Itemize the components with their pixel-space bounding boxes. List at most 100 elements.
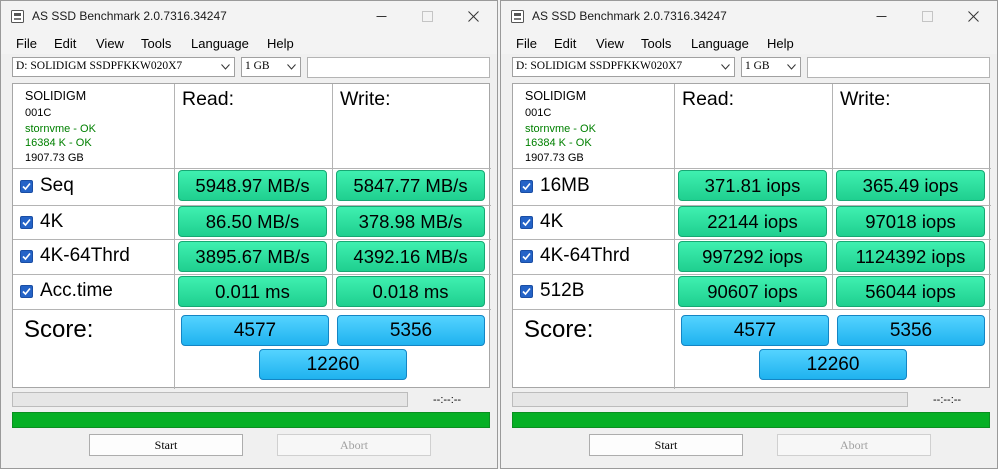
chevron-down-icon: [721, 64, 730, 70]
checkbox-acc-time[interactable]: [20, 285, 33, 298]
row-label-16mb: 16MB: [540, 175, 590, 196]
score-total: 12260: [759, 349, 907, 380]
4k-write-result: 97018 iops: [836, 206, 985, 237]
menu-bar: File Edit View Tools Language Help: [501, 32, 997, 54]
acc-time-write-result: 0.018 ms: [336, 276, 485, 307]
menu-edit[interactable]: Edit: [554, 36, 576, 51]
as-ssd-app-icon: [11, 10, 24, 23]
checkbox-4k[interactable]: [520, 216, 533, 229]
title-bar[interactable]: AS SSD Benchmark 2.0.7316.34247: [501, 1, 997, 32]
row-label-4k-64thrd: 4K-64Thrd: [40, 245, 130, 266]
menu-tools[interactable]: Tools: [141, 36, 171, 51]
checkbox-4k-64thrd[interactable]: [20, 250, 33, 263]
test-size-value: 1 GB: [245, 60, 270, 72]
alignment-status: 16384 K - OK: [25, 137, 92, 149]
score-write: 5356: [837, 315, 985, 346]
menu-tools[interactable]: Tools: [641, 36, 671, 51]
chevron-down-icon: [221, 64, 230, 70]
checkmark-icon: [522, 252, 531, 261]
checkbox-16mb[interactable]: [520, 180, 533, 193]
checkmark-icon: [522, 182, 531, 191]
4k-64thrd-write-result: 1124392 iops: [836, 241, 985, 272]
abort-button[interactable]: Abort: [277, 434, 431, 456]
close-button[interactable]: [451, 1, 497, 32]
progress-track: [512, 392, 908, 407]
abort-button[interactable]: Abort: [777, 434, 931, 456]
checkmark-icon: [22, 182, 31, 191]
test-size-select[interactable]: 1 GB: [741, 57, 801, 77]
close-icon: [468, 11, 479, 22]
row-label-512b: 512B: [540, 280, 585, 301]
row-label-4k: 4K: [40, 211, 64, 232]
checkmark-icon: [22, 218, 31, 227]
row-divider: [513, 274, 991, 275]
text-field[interactable]: [307, 57, 490, 78]
benchmark-window-iops: AS SSD Benchmark 2.0.7316.34247 File Edi…: [500, 0, 998, 469]
drive-firmware: 001C: [525, 107, 552, 119]
menu-language[interactable]: Language: [191, 36, 249, 51]
menu-view[interactable]: View: [596, 36, 624, 51]
drive-select[interactable]: D: SOLIDIGM SSDPFKKW020X7: [12, 57, 235, 77]
column-divider: [832, 84, 833, 309]
text-field[interactable]: [807, 57, 990, 78]
alignment-status: 16384 K - OK: [525, 137, 592, 149]
maximize-icon: [922, 11, 933, 22]
seq-write-result: 5847.77 MB/s: [336, 170, 485, 201]
4k-64thrd-read-result: 3895.67 MB/s: [178, 241, 327, 272]
minimize-button[interactable]: [359, 1, 405, 32]
close-button[interactable]: [951, 1, 997, 32]
maximize-button[interactable]: [905, 1, 951, 32]
minimize-button[interactable]: [859, 1, 905, 32]
checkbox-4k[interactable]: [20, 216, 33, 229]
512b-write-result: 56044 iops: [836, 276, 985, 307]
score-label: Score:: [24, 316, 94, 343]
checkmark-icon: [522, 218, 531, 227]
menu-language[interactable]: Language: [691, 36, 749, 51]
maximize-button[interactable]: [405, 1, 451, 32]
4k-write-result: 378.98 MB/s: [336, 206, 485, 237]
checkmark-icon: [522, 287, 531, 296]
column-divider: [174, 84, 175, 389]
score-label: Score:: [524, 316, 594, 343]
start-button[interactable]: Start: [589, 434, 743, 456]
score-read: 4577: [681, 315, 829, 346]
row-label-4k-64thrd: 4K-64Thrd: [540, 245, 630, 266]
row-divider: [513, 168, 991, 169]
seq-read-result: 5948.97 MB/s: [178, 170, 327, 201]
column-divider: [332, 84, 333, 309]
checkbox-4k-64thrd[interactable]: [520, 250, 533, 263]
read-header: Read:: [682, 88, 735, 110]
driver-status: stornvme - OK: [25, 123, 96, 135]
menu-help[interactable]: Help: [267, 36, 294, 51]
4k-read-result: 22144 iops: [678, 206, 827, 237]
menu-edit[interactable]: Edit: [54, 36, 76, 51]
16mb-read-result: 371.81 iops: [678, 170, 827, 201]
title-bar[interactable]: AS SSD Benchmark 2.0.7316.34247: [1, 1, 497, 32]
progress-track: [12, 392, 408, 407]
drive-select[interactable]: D: SOLIDIGM SSDPFKKW020X7: [512, 57, 735, 77]
test-size-select[interactable]: 1 GB: [241, 57, 301, 77]
start-button[interactable]: Start: [89, 434, 243, 456]
row-divider: [513, 239, 991, 240]
menu-view[interactable]: View: [96, 36, 124, 51]
drive-capacity: 1907.73 GB: [25, 152, 84, 164]
progress-bar: [12, 412, 490, 428]
row-divider: [13, 309, 491, 310]
menu-file[interactable]: File: [516, 36, 537, 51]
test-size-value: 1 GB: [745, 60, 770, 72]
row-label-4k: 4K: [540, 211, 564, 232]
score-write: 5356: [337, 315, 485, 346]
menu-help[interactable]: Help: [767, 36, 794, 51]
checkbox-seq[interactable]: [20, 180, 33, 193]
row-divider: [13, 274, 491, 275]
checkbox-512b[interactable]: [520, 285, 533, 298]
elapsed-time: --:--:--: [933, 394, 962, 406]
drive-capacity: 1907.73 GB: [525, 152, 584, 164]
close-icon: [968, 11, 979, 22]
menu-file[interactable]: File: [16, 36, 37, 51]
read-header: Read:: [182, 88, 235, 110]
drive-select-value: D: SOLIDIGM SSDPFKKW020X7: [16, 60, 183, 72]
write-header: Write:: [840, 88, 891, 110]
elapsed-time: --:--:--: [433, 394, 462, 406]
row-divider: [13, 239, 491, 240]
